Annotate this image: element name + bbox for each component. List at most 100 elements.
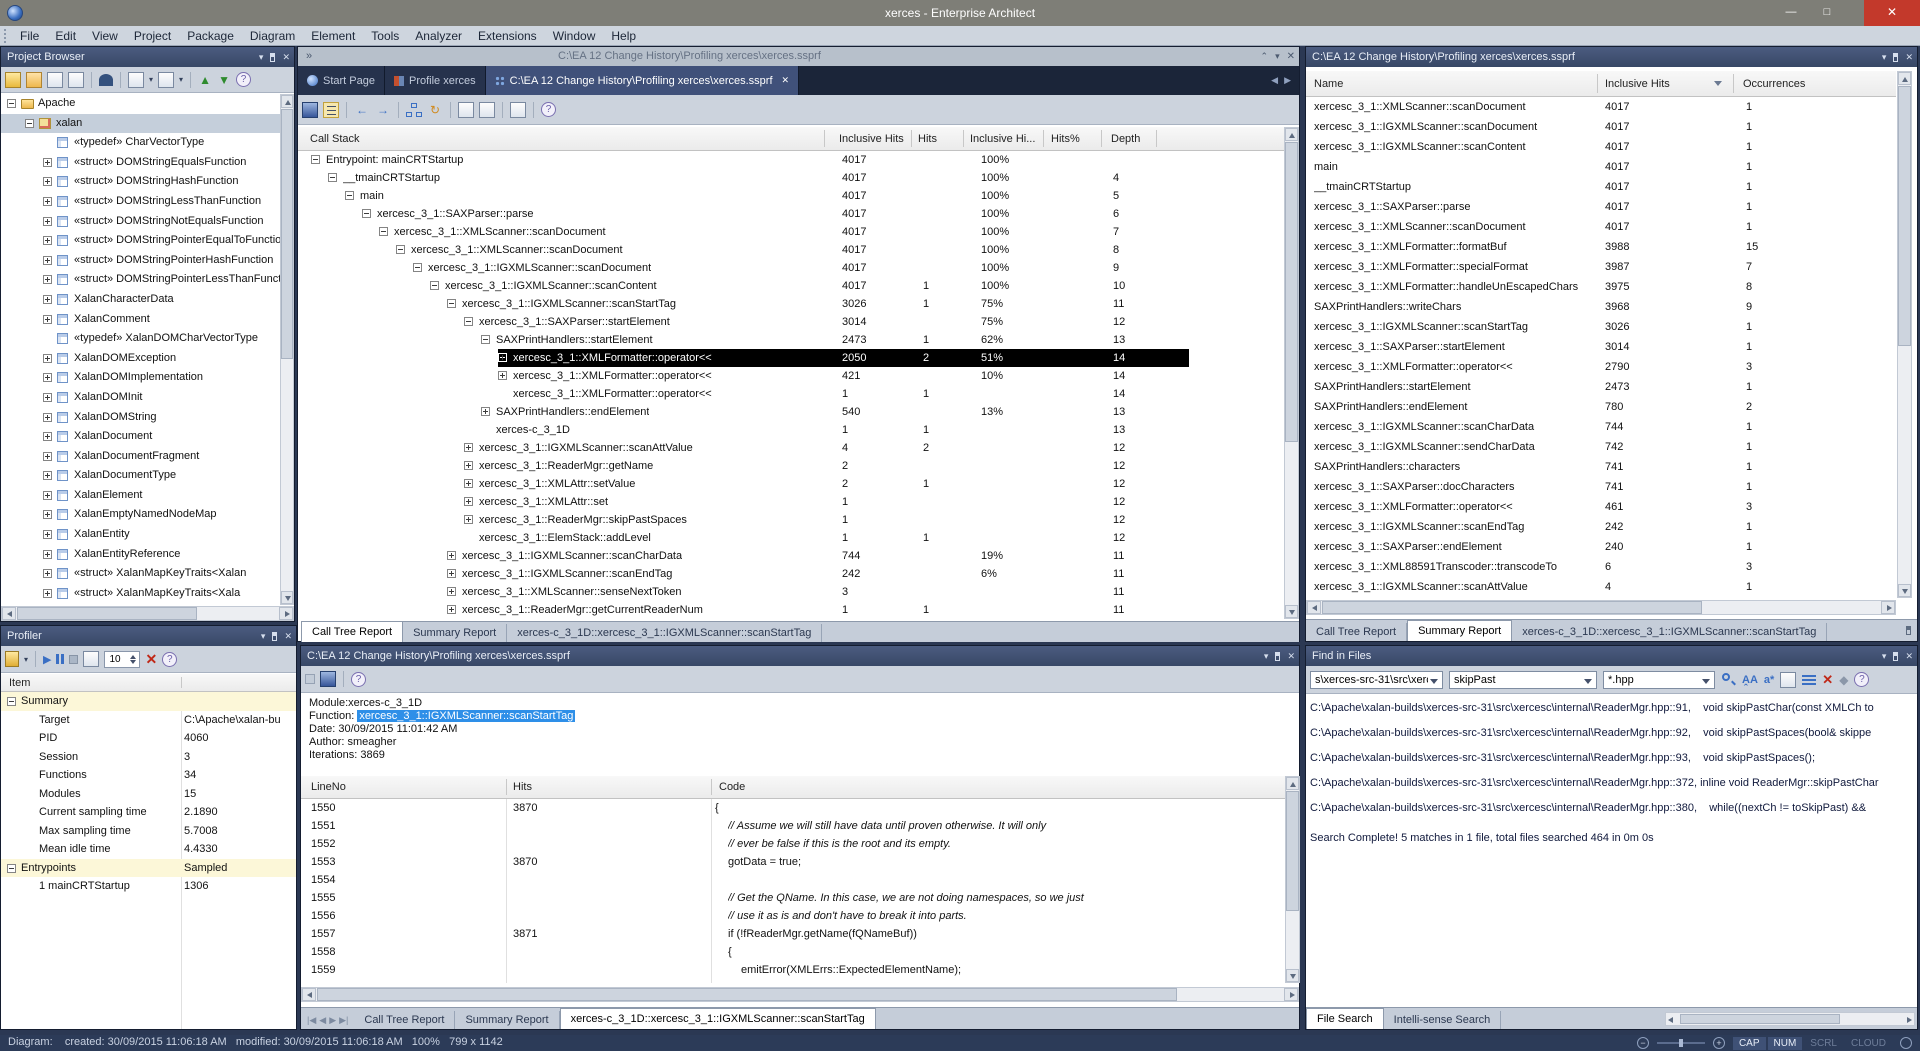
menu-item-file[interactable]: File bbox=[12, 26, 47, 46]
profiler-row[interactable]: Current sampling time2.1890 bbox=[1, 803, 296, 822]
copy-dropdown-icon[interactable]: ▾ bbox=[179, 75, 183, 84]
zoom-slider[interactable] bbox=[1657, 1042, 1705, 1044]
summary-row[interactable]: xercesc_3_1::SAXParser::parse40171 bbox=[1306, 197, 1896, 217]
chevron-down-icon[interactable]: ▾ bbox=[261, 632, 266, 641]
pin-icon[interactable] bbox=[1893, 53, 1898, 62]
expand-expander-icon[interactable] bbox=[43, 413, 52, 422]
tree-item[interactable]: XalanDocumentType bbox=[1, 466, 280, 486]
tree-item[interactable]: «typedef» CharVectorType bbox=[1, 133, 280, 153]
find-result-row[interactable]: C:\Apache\xalan-builds\xerces-src-31\src… bbox=[1306, 721, 1917, 746]
call-stack-row[interactable]: xercesc_3_1::XMLScanner::scanDocument401… bbox=[298, 241, 1284, 259]
call-stack-vscrollbar[interactable] bbox=[1284, 127, 1299, 619]
collapse-expander-icon[interactable] bbox=[430, 281, 439, 290]
summary-row[interactable]: main40171 bbox=[1306, 157, 1896, 177]
find-result-row[interactable]: C:\Apache\xalan-builds\xerces-src-31\src… bbox=[1306, 796, 1917, 821]
call-stack-row[interactable]: SAXPrintHandlers::startElement2473162%13 bbox=[298, 331, 1284, 349]
pin-icon[interactable] bbox=[1275, 652, 1280, 661]
close-icon[interactable]: ✕ bbox=[1287, 652, 1295, 661]
tab-intelli-sense-search[interactable]: Intelli-sense Search bbox=[1384, 1011, 1502, 1029]
collapse-expander-icon[interactable] bbox=[25, 119, 34, 128]
tree-item[interactable]: XalanDOMInit bbox=[1, 388, 280, 408]
code-row[interactable]: 1556// use it as is and don't have to br… bbox=[301, 907, 1285, 925]
tab-call-tree-report[interactable]: Call Tree Report bbox=[1306, 623, 1407, 641]
expand-all-icon[interactable] bbox=[458, 102, 474, 118]
tree-item[interactable]: «typedef» XalanDOMCharVectorType bbox=[1, 329, 280, 349]
close-icon[interactable]: ✕ bbox=[1905, 652, 1913, 661]
expand-expander-icon[interactable] bbox=[447, 587, 456, 596]
collapse-expander-icon[interactable] bbox=[481, 335, 490, 344]
tree-item[interactable]: XalanDocument bbox=[1, 427, 280, 447]
code-row[interactable]: 1559emitError(XMLErrs::ExpectedElementNa… bbox=[301, 961, 1285, 979]
close-icon[interactable]: ✕ bbox=[282, 53, 290, 62]
menu-item-element[interactable]: Element bbox=[303, 26, 363, 46]
expand-expander-icon[interactable] bbox=[43, 491, 52, 500]
call-stack-row[interactable]: SAXPrintHandlers::endElement54013%13 bbox=[298, 403, 1284, 421]
help-icon[interactable]: ? bbox=[351, 672, 366, 687]
expand-expander-icon[interactable] bbox=[43, 295, 52, 304]
find-in-browser-icon[interactable] bbox=[99, 74, 113, 86]
summary-row[interactable]: xercesc_3_1::XML88591Transcoder::transco… bbox=[1306, 557, 1896, 577]
expand-expander-icon[interactable] bbox=[447, 605, 456, 614]
close-icon[interactable]: ✕ bbox=[1287, 47, 1295, 66]
tree-item[interactable]: «struct» DOMStringNotEqualsFunction bbox=[1, 212, 280, 232]
tree-item[interactable]: «struct» DOMStringLessThanFunction bbox=[1, 192, 280, 212]
summary-row[interactable]: SAXPrintHandlers::endElement7802 bbox=[1306, 397, 1896, 417]
column-occurrences[interactable]: Occurrences bbox=[1743, 71, 1805, 96]
call-stack-row[interactable]: xercesc_3_1::XMLAttr::set112 bbox=[298, 493, 1284, 511]
summary-row[interactable]: xercesc_3_1::SAXParser::startElement3014… bbox=[1306, 337, 1896, 357]
collapse-expander-icon[interactable] bbox=[396, 245, 405, 254]
call-stack-row[interactable]: xercesc_3_1::XMLScanner::senseNextToken3… bbox=[298, 583, 1284, 601]
expand-expander-icon[interactable] bbox=[43, 158, 52, 167]
move-up-icon[interactable]: ▲ bbox=[198, 73, 212, 87]
help-icon[interactable]: ? bbox=[162, 652, 177, 667]
expand-expander-icon[interactable] bbox=[43, 256, 52, 265]
column-inclusive-hits[interactable]: Inclusive Hits bbox=[1605, 71, 1670, 96]
close-icon[interactable]: ✕ bbox=[284, 632, 292, 641]
help-icon[interactable]: ? bbox=[541, 102, 556, 117]
function-name-selected[interactable]: xercesc_3_1::IGXMLScanner::scanStartTag bbox=[357, 710, 575, 722]
call-stack-row[interactable]: xercesc_3_1::ReaderMgr::getCurrentReader… bbox=[298, 601, 1284, 619]
summary-row[interactable]: xercesc_3_1::XMLFormatter::specialFormat… bbox=[1306, 257, 1896, 277]
tree-item[interactable]: XalanEntityReference bbox=[1, 545, 280, 565]
code-row[interactable]: 15573871if (!fReaderMgr.getName(fQNameBu… bbox=[301, 925, 1285, 943]
discard-icon[interactable]: ✕ bbox=[145, 651, 157, 668]
expand-expander-icon[interactable] bbox=[43, 432, 52, 441]
close-icon[interactable]: ✕ bbox=[1905, 53, 1913, 62]
tree-results-icon[interactable] bbox=[1780, 672, 1796, 688]
code-row[interactable]: 1551// Assume we will still have data un… bbox=[301, 817, 1285, 835]
status-circle-icon[interactable] bbox=[1900, 1037, 1912, 1049]
copy-icon[interactable] bbox=[158, 72, 174, 88]
chevron-down-icon[interactable]: ▾ bbox=[1275, 47, 1280, 66]
summary-row[interactable]: xercesc_3_1::IGXMLScanner::scanAttValue4… bbox=[1306, 577, 1896, 597]
forward-icon[interactable]: → bbox=[375, 102, 391, 118]
doc-next-icon[interactable]: ▶ bbox=[1284, 75, 1291, 86]
call-stack-row[interactable]: xercesc_3_1::XMLScanner::scanDocument401… bbox=[298, 223, 1284, 241]
summary-row[interactable]: xercesc_3_1::IGXMLScanner::sendCharData7… bbox=[1306, 437, 1896, 457]
profiler-row[interactable]: Session3 bbox=[1, 748, 296, 767]
call-stack-row[interactable]: xercesc_3_1::XMLFormatter::operator<<205… bbox=[298, 349, 1284, 367]
profiler-row[interactable]: TargetC:\Apache\xalan-bu bbox=[1, 711, 296, 730]
code-row[interactable]: 15533870gotData = true; bbox=[301, 853, 1285, 871]
tab-close-icon[interactable]: ✕ bbox=[782, 75, 790, 86]
collapse-expander-icon[interactable] bbox=[345, 191, 354, 200]
stop-icon[interactable] bbox=[305, 674, 315, 684]
tab-summary-report[interactable]: Summary Report bbox=[455, 1011, 559, 1029]
call-stack-row[interactable]: __tmainCRTStartup4017100%4 bbox=[298, 169, 1284, 187]
collapse-expander-icon[interactable] bbox=[447, 299, 456, 308]
code-vscrollbar[interactable] bbox=[1285, 776, 1300, 983]
expand-expander-icon[interactable] bbox=[43, 236, 52, 245]
summary-row[interactable]: xercesc_3_1::SAXParser::endElement2401 bbox=[1306, 537, 1896, 557]
pin-icon[interactable] bbox=[1893, 652, 1898, 661]
copy-icon[interactable] bbox=[510, 102, 526, 118]
tree-item[interactable]: XalanElement bbox=[1, 486, 280, 506]
tree-item[interactable]: «struct» DOMStringHashFunction bbox=[1, 172, 280, 192]
call-stack-row[interactable]: xercesc_3_1::IGXMLScanner::scanEndTag242… bbox=[298, 565, 1284, 583]
chevron-down-icon[interactable]: ▾ bbox=[1882, 53, 1887, 62]
menu-item-analyzer[interactable]: Analyzer bbox=[407, 26, 470, 46]
pin-icon[interactable] bbox=[272, 632, 277, 641]
project-tree-vscrollbar[interactable] bbox=[280, 94, 294, 605]
expand-expander-icon[interactable] bbox=[464, 461, 473, 470]
call-stack-row[interactable]: xercesc_3_1::XMLAttr::setValue2112 bbox=[298, 475, 1284, 493]
new-diagram-icon[interactable] bbox=[47, 72, 63, 88]
call-stack-row[interactable]: xercesc_3_1::IGXMLScanner::scanCharData7… bbox=[298, 547, 1284, 565]
